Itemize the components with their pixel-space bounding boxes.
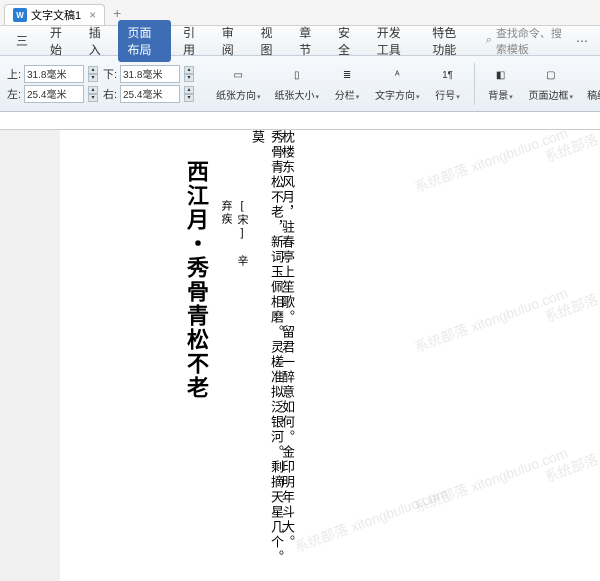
watermark: 系统部落 xitongbuluo.com (291, 483, 450, 557)
ruler[interactable] (0, 112, 600, 130)
chevron-down-icon: ▾ (257, 94, 261, 101)
columns-icon: ≣ (337, 65, 357, 85)
spin-up-icon[interactable]: ▴ (184, 86, 194, 94)
watermark: 系统部落 xitongbuluo.com (541, 413, 600, 487)
menu-developer[interactable]: 开发工具 (367, 20, 421, 62)
ribbon-linenum-button[interactable]: 1¶ 行号▾ (428, 63, 468, 104)
border-icon: ▢ (541, 65, 561, 85)
margin-bottom-input[interactable]: 31.8毫米 (120, 65, 180, 83)
menu-security[interactable]: 安全 (328, 20, 365, 62)
ribbon-label: 稿纸设置▾ (587, 87, 600, 102)
ribbon-background-button[interactable]: ◧ 背景▾ (481, 63, 521, 104)
search-placeholder: 查找命令、搜索模板 (496, 25, 562, 57)
spin-down-icon[interactable]: ▾ (184, 74, 194, 82)
margin-left-label: 左: (6, 86, 22, 102)
watermark: 系统部落 xitongbuluo.com (411, 283, 570, 357)
doc-icon: W (13, 8, 27, 22)
ribbon-label: 文字方向▾ (375, 87, 420, 102)
chevron-down-icon: ▾ (316, 94, 320, 101)
size-icon: ▯ (287, 65, 307, 85)
chevron-down-icon: ▾ (570, 94, 574, 101)
spin-up-icon[interactable]: ▴ (88, 66, 98, 74)
background-icon: ◧ (491, 65, 511, 85)
orientation-icon: ▭ (228, 65, 248, 85)
ribbon-size-button[interactable]: ▯ 纸张大小▾ (269, 63, 326, 104)
menu-bar: 三 开始 插入 页面布局 引用 审阅 视图 章节 安全 开发工具 特色功能 ⌕ … (0, 26, 600, 56)
linenum-icon: 1¶ (438, 65, 458, 85)
ribbon-orientation-button[interactable]: ▭ 纸张方向▾ (210, 63, 267, 104)
watermark: 系统部落 xitongbuluo.com (411, 123, 570, 197)
add-tab-button[interactable]: + (113, 5, 121, 21)
ribbon-label: 纸张方向▾ (216, 87, 261, 102)
spin-up-icon[interactable]: ▴ (184, 66, 194, 74)
document-area: 西江月・秀骨青松不老 [宋] 辛弃疾 秀骨青松不老，新词玉佩相磨。灵槎准拟泛银河… (0, 112, 600, 581)
menu-more-icon[interactable]: ⋯ (570, 32, 594, 50)
menu-chapter[interactable]: 章节 (289, 20, 326, 62)
margin-right-label: 右: (102, 86, 118, 102)
margin-top-label: 上: (6, 66, 22, 82)
menu-insert[interactable]: 插入 (79, 20, 116, 62)
menu-home[interactable]: 开始 (40, 20, 77, 62)
ribbon-label: 页面边框▾ (529, 87, 574, 102)
margin-right-input[interactable]: 25.4毫米 (120, 85, 180, 103)
ribbon-paper-button[interactable]: ▤稿纸设置▾ (581, 63, 600, 104)
margin-group-left: 上: 31.8毫米 ▴▾ 左: 25.4毫米 ▴▾ (6, 65, 98, 103)
spin-up-icon[interactable]: ▴ (88, 86, 98, 94)
margin-left-input[interactable]: 25.4毫米 (24, 85, 84, 103)
margin-bottom-label: 下: (102, 66, 118, 82)
menu-hamburger[interactable]: 三 (6, 28, 38, 53)
ribbon-label: 分栏▾ (335, 87, 360, 102)
menu-review[interactable]: 审阅 (212, 20, 249, 62)
textdir-icon: ᴬ (387, 65, 407, 85)
ribbon-label: 背景▾ (488, 87, 513, 102)
ribbon-label: 行号▾ (435, 87, 460, 102)
menu-view[interactable]: 视图 (251, 20, 288, 62)
ribbon-border-button[interactable]: ▢ 页面边框▾ (523, 63, 580, 104)
menu-page-layout[interactable]: 页面布局 (118, 20, 172, 62)
page[interactable]: 西江月・秀骨青松不老 [宋] 辛弃疾 秀骨青松不老，新词玉佩相磨。灵槎准拟泛银河… (60, 130, 600, 581)
watermark: 系统部落 xitongbuluo.com (411, 443, 570, 517)
menu-special[interactable]: 特色功能 (422, 20, 476, 62)
chevron-down-icon: ▾ (416, 94, 420, 101)
ribbon: 上: 31.8毫米 ▴▾ 左: 25.4毫米 ▴▾ 下: 31.8毫米 ▴▾ 右… (0, 56, 600, 112)
spin-down-icon[interactable]: ▾ (184, 94, 194, 102)
watermark: 系统部落 xitongbuluo.com (541, 253, 600, 327)
document-author: [宋] 辛弃疾 (218, 200, 250, 280)
menu-references[interactable]: 引用 (173, 20, 210, 62)
chevron-down-icon: ▾ (356, 94, 360, 101)
margin-top-input[interactable]: 31.8毫米 (24, 65, 84, 83)
search-box[interactable]: ⌕ 查找命令、搜索模板 (480, 23, 568, 59)
ribbon-label: 纸张大小▾ (275, 87, 320, 102)
document-line-2: 枕楼东风月，驻春亭上笙歌。留君一醉意如何。金印明年斗大。 (278, 130, 297, 570)
document-title: 西江月・秀骨青松不老 (180, 160, 212, 490)
margin-group-right: 下: 31.8毫米 ▴▾ 右: 25.4毫米 ▴▾ (102, 65, 194, 103)
spin-down-icon[interactable]: ▾ (88, 94, 98, 102)
spin-down-icon[interactable]: ▾ (88, 74, 98, 82)
search-icon: ⌕ (486, 34, 492, 47)
chevron-down-icon: ▾ (456, 94, 460, 101)
ribbon-columns-button[interactable]: ≣ 分栏▾ (327, 63, 367, 104)
ribbon-textdir-button[interactable]: ᴬ 文字方向▾ (369, 63, 426, 104)
chevron-down-icon: ▾ (509, 94, 513, 101)
